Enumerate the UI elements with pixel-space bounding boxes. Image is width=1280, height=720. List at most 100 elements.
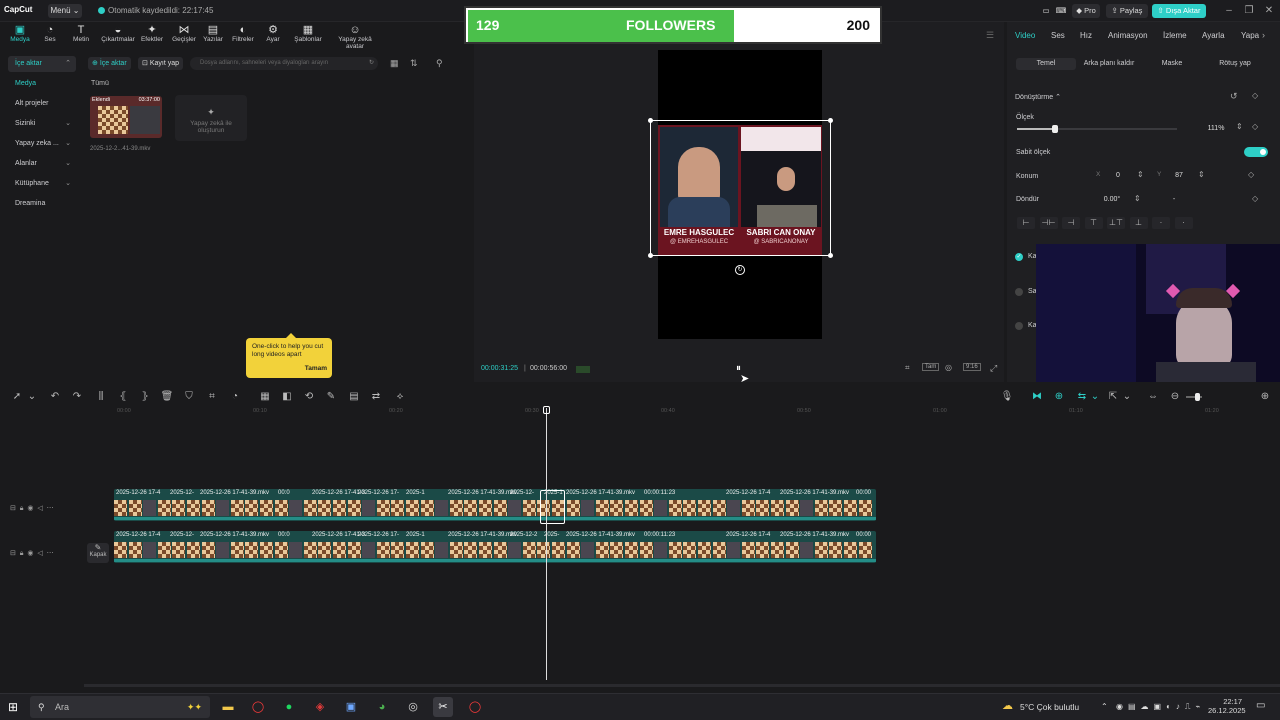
weather-text[interactable]: 5°C Çok bulutlu — [1020, 702, 1079, 712]
align-middle-icon[interactable]: ⊥⊤ — [1107, 217, 1125, 229]
windows-start-icon[interactable]: ⊞ — [8, 700, 18, 714]
reverse-icon[interactable]: ◧ — [280, 390, 294, 404]
tool-text[interactable]: T Metin — [64, 25, 98, 47]
crop-icon[interactable]: ⌗ — [205, 390, 219, 404]
tool-captions[interactable]: ▤ Yazılar — [198, 25, 228, 47]
tool-ai-avatar[interactable]: ☺ Yapay zekâ avatar — [330, 25, 380, 51]
tabs-scroll-right-icon[interactable]: › — [1262, 30, 1265, 40]
mic-icon[interactable]: 🎙︎ — [1000, 390, 1014, 404]
minimize-icon[interactable]: – — [1222, 4, 1236, 18]
rotate-value-input[interactable]: 0.00° — [1096, 194, 1128, 206]
rotate-handle-icon[interactable]: ↻ — [735, 265, 745, 275]
selected-clip[interactable] — [540, 490, 565, 524]
split-icon[interactable]: ⫼ — [94, 390, 108, 404]
subtab-0[interactable]: Temel — [1016, 58, 1076, 70]
crop-icon[interactable]: ⌗ — [905, 363, 910, 373]
pos-y-input[interactable]: 87 — [1167, 170, 1191, 182]
scale-slider-knob[interactable] — [1052, 125, 1058, 133]
ai-create-card[interactable]: ✦ Yapay zekâ ile oluşturun — [175, 95, 247, 141]
uniform-scale-toggle[interactable] — [1244, 147, 1268, 157]
align-top-icon[interactable]: ⊤ — [1084, 217, 1103, 229]
fullscreen-icon[interactable]: ⤢ — [990, 363, 997, 374]
leftnav-item-3[interactable]: Sizinki ⌄ — [8, 116, 76, 132]
lock-icon[interactable]: 🔒︎ — [20, 505, 24, 512]
maximize-icon[interactable]: ❐ — [1242, 4, 1256, 18]
eye-icon[interactable]: ◉ — [27, 505, 33, 512]
auto-cut-icon[interactable]: ⟡ — [393, 390, 407, 404]
tray-chevron-icon[interactable]: ⌃ — [1101, 702, 1108, 711]
snap-chevron-icon[interactable]: ⌄ — [1088, 390, 1102, 404]
refresh-icon[interactable]: ↻ — [369, 57, 374, 70]
export-button[interactable]: ⇧ Dışa Aktar — [1152, 4, 1206, 18]
preview-menu-icon[interactable]: ☰ — [986, 30, 994, 41]
pos-y-stepper-icon[interactable]: ⇕ — [1198, 170, 1205, 179]
aspect-ratio-button[interactable]: 9:16 — [963, 363, 981, 371]
more-icon[interactable]: ⋯ — [47, 505, 54, 512]
track-select-icon[interactable]: ⊟ — [10, 550, 16, 557]
flip-button[interactable]: - — [1164, 194, 1184, 206]
axis-chevron-icon[interactable]: ⌄ — [1120, 390, 1134, 404]
tool-filters[interactable]: ◐ Filtreler — [228, 25, 258, 47]
leftnav-item-4[interactable]: Yapay zeka ... ⌄ — [8, 136, 76, 152]
tool-effects[interactable]: ✦ Efektler — [136, 25, 168, 47]
subtitle-icon[interactable]: ▤ — [347, 390, 361, 404]
resize-handle-br[interactable] — [828, 253, 833, 258]
subtab-2[interactable]: Maske — [1146, 58, 1198, 70]
tool-transitions[interactable]: ⋈ Geçişler — [168, 25, 200, 47]
close-icon[interactable]: ✕ — [1262, 4, 1276, 18]
mirror-icon[interactable]: ⟲ — [302, 390, 316, 404]
pos-x-input[interactable]: 0 — [1106, 170, 1130, 182]
snap-icon[interactable]: ⇆ — [1075, 390, 1089, 404]
radio-icon[interactable] — [1015, 288, 1023, 296]
tool-adjust[interactable]: ⚙ Ayar — [256, 25, 290, 47]
timeline-scrollbar[interactable] — [84, 684, 1280, 687]
eye-icon[interactable]: ◉ — [27, 550, 33, 557]
tooltip-ok-button[interactable]: Tamam — [305, 365, 327, 373]
tab-3[interactable]: Animasyon — [1108, 31, 1148, 40]
split-right-icon[interactable]: ⦄ — [138, 390, 152, 404]
obs-icon[interactable]: ◎ — [403, 697, 423, 717]
align-right-icon[interactable]: ⊣ — [1062, 217, 1080, 229]
tab-2[interactable]: Hız — [1080, 31, 1092, 40]
filter-icon[interactable]: ⚲ — [436, 58, 443, 69]
capcut-icon[interactable]: ✂ — [433, 697, 453, 717]
resize-handle-tr[interactable] — [828, 118, 833, 123]
filter-all-tab[interactable]: Tümü — [91, 80, 109, 87]
align-center-icon[interactable]: ⊣⊢ — [1039, 217, 1058, 229]
record-button[interactable]: ⊡ Kayıt yap — [138, 57, 183, 70]
track-select-icon[interactable]: ⊟ — [10, 505, 16, 512]
playhead[interactable] — [546, 408, 547, 680]
keyframe-icon[interactable]: ◇ — [1252, 91, 1258, 100]
taskbar-search[interactable]: ⚲ Ara ✦✦ — [30, 696, 210, 718]
playhead-handle[interactable] — [543, 406, 550, 414]
magnet-icon[interactable]: ⊕ — [1052, 390, 1066, 404]
preview-axis-icon[interactable]: ⇱ — [1106, 390, 1120, 404]
opera-icon[interactable]: ◯ — [248, 697, 268, 717]
tab-0[interactable]: Video — [1015, 31, 1035, 40]
lock-icon[interactable]: 🔒︎ — [20, 550, 24, 557]
shortcut-icon[interactable]: ⌨ — [1054, 4, 1068, 18]
zoom-in-icon[interactable]: ⊕ — [1258, 390, 1272, 404]
snapshot-icon[interactable]: ◎ — [945, 363, 952, 372]
cover-button[interactable]: ✎ Kapak — [87, 543, 109, 563]
leftnav-item-7[interactable]: Dreamina — [8, 196, 76, 212]
media-clip-thumbnail[interactable]: Eklendi 03:37:00 — [90, 96, 162, 138]
transform-section[interactable]: Dönüştürme ⌃ — [1015, 93, 1061, 101]
select-chevron-icon[interactable]: ⌄ — [25, 390, 39, 404]
leftnav-item-2[interactable]: Alt projeler — [8, 96, 76, 112]
tool-audio[interactable]: ◔ Ses — [34, 25, 66, 47]
selection-box[interactable] — [650, 120, 831, 256]
subtab-3[interactable]: Rötuş yap — [1206, 58, 1264, 70]
tab-6[interactable]: Yapa — [1241, 31, 1259, 40]
share-button[interactable]: ⇪ Paylaş — [1106, 4, 1148, 18]
leftnav-item-0[interactable]: İçe aktar ⌃ — [8, 56, 76, 72]
scale-stepper-icon[interactable]: ⇕ — [1236, 122, 1243, 131]
import-button[interactable]: ⊕ İçe aktar — [88, 57, 131, 70]
leftnav-item-1[interactable]: Medya — [8, 76, 76, 92]
tab-4[interactable]: İzleme — [1163, 31, 1187, 40]
scale-value-input[interactable]: 111% — [1196, 123, 1236, 135]
rotate-stepper-icon[interactable]: ⇕ — [1134, 194, 1141, 203]
subtab-1[interactable]: Arka planı kaldır — [1078, 58, 1140, 70]
app-red-icon[interactable]: ◈ — [310, 697, 330, 717]
video-track-1[interactable]: 2025-12-26 17-4 2025-12- 2025-12-26 17-41-… — [114, 489, 876, 521]
